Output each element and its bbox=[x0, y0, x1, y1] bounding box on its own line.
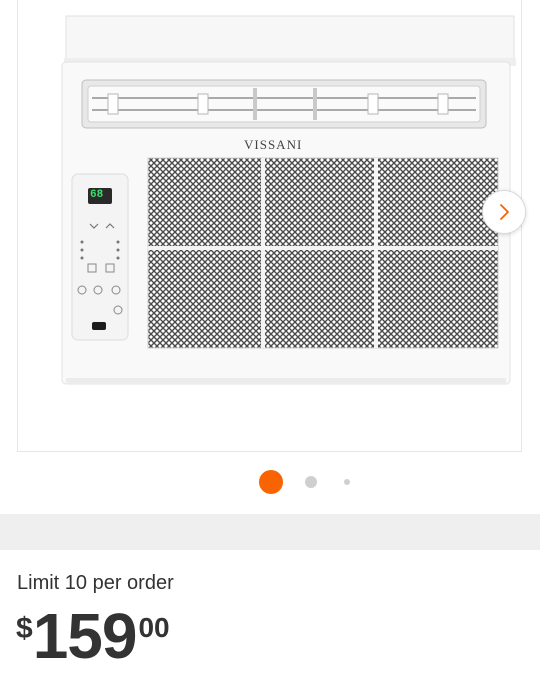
carousel-dot-3[interactable] bbox=[344, 479, 350, 485]
carousel-dot-1[interactable] bbox=[259, 470, 283, 494]
section-divider bbox=[0, 514, 540, 550]
carousel-dot-2[interactable] bbox=[305, 476, 317, 488]
price: $15900 bbox=[16, 604, 170, 668]
price-cents: 00 bbox=[138, 612, 170, 643]
brand-logo: VISSANI bbox=[244, 137, 303, 152]
temperature-display: 68 bbox=[90, 189, 104, 201]
carousel-dots bbox=[0, 470, 540, 494]
price-dollars: 159 bbox=[32, 600, 138, 672]
product-image-gallery[interactable]: VISSANI 68 bbox=[17, 0, 526, 452]
price-currency: $ bbox=[16, 612, 33, 645]
chevron-right-icon bbox=[500, 204, 509, 220]
product-image bbox=[61, 15, 516, 385]
purchase-limit-text: Limit 10 per order bbox=[17, 572, 174, 594]
next-image-button[interactable] bbox=[482, 190, 526, 234]
